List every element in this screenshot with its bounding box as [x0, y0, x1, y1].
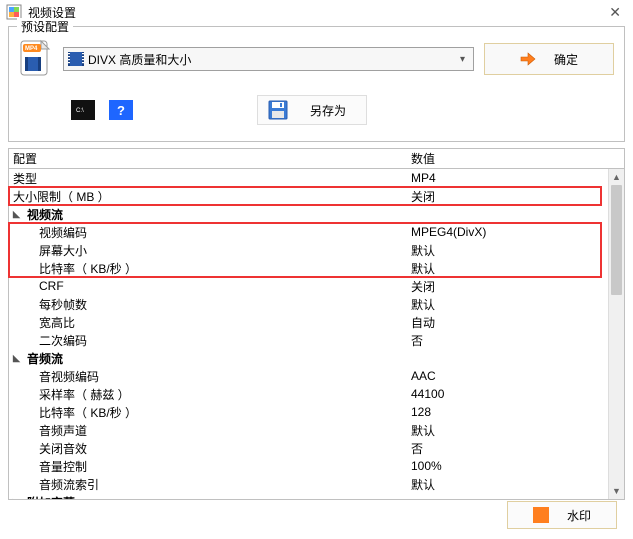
- row-label: 每秒帧数: [39, 296, 87, 313]
- row-value: 否: [407, 440, 608, 457]
- grid-item-row[interactable]: 每秒帧数 默认: [9, 295, 608, 313]
- row-value: 默认: [407, 242, 608, 259]
- col-value: 数值: [407, 150, 624, 167]
- row-value: 默认: [407, 260, 608, 277]
- svg-text:MP4: MP4: [25, 46, 38, 52]
- row-label: 关闭音效: [39, 440, 87, 457]
- row-value: 默认: [407, 476, 608, 493]
- grid-group-row[interactable]: ◣ 视频流: [9, 205, 608, 223]
- row-value: MP4: [407, 171, 608, 185]
- grid-item-row[interactable]: 关闭音效 否: [9, 439, 608, 457]
- grid-item-row[interactable]: 音频声道 默认: [9, 421, 608, 439]
- row-label: 比特率（ KB/秒 ）: [39, 404, 137, 421]
- cmd-button[interactable]: C:\: [71, 100, 95, 120]
- chevron-down-icon: ▾: [456, 54, 469, 65]
- titlebar: 视频设置 ✕: [0, 0, 633, 24]
- row-value: 默认: [407, 296, 608, 313]
- row-value: AAC: [407, 369, 608, 383]
- preset-select[interactable]: DIVX 高质量和大小 ▾: [63, 47, 474, 71]
- save-as-label: 另存为: [310, 102, 346, 119]
- row-label: 大小限制（ MB ）: [13, 188, 110, 205]
- grid-item-row[interactable]: 采样率（ 赫兹 ） 44100: [9, 385, 608, 403]
- film-icon: [68, 52, 84, 66]
- row-label: 类型: [13, 170, 37, 187]
- help-icon: ?: [117, 103, 125, 118]
- grid-item-row[interactable]: 类型 MP4: [9, 169, 608, 187]
- triangle-collapse-icon[interactable]: ◣: [13, 209, 23, 220]
- row-label: CRF: [39, 279, 64, 293]
- scroll-down-icon[interactable]: ▼: [609, 483, 624, 499]
- grid-item-row[interactable]: 屏幕大小 默认: [9, 241, 608, 259]
- mp4-file-icon: MP4: [19, 39, 53, 79]
- property-grid: 配置 数值 类型 MP4 大小限制（ MB ） 关闭 ◣ 视频流视频编码 MPEG4(Div…: [8, 148, 625, 500]
- row-value: 默认: [407, 422, 608, 439]
- row-value: 44100: [407, 387, 608, 401]
- grid-item-row[interactable]: 宽高比 自动: [9, 313, 608, 331]
- row-label: 附加字幕: [27, 494, 75, 500]
- row-label: 采样率（ 赫兹 ）: [39, 386, 130, 403]
- row-value: 关闭: [407, 188, 608, 205]
- col-config: 配置: [9, 150, 407, 167]
- preset-select-text: DIVX 高质量和大小: [88, 51, 456, 68]
- row-label: 音频声道: [39, 422, 87, 439]
- square-icon: [533, 507, 549, 523]
- row-value: 否: [407, 332, 608, 349]
- grid-item-row[interactable]: 二次编码 否: [9, 331, 608, 349]
- row-label: 视频流: [27, 206, 63, 223]
- row-value: 自动: [407, 314, 608, 331]
- close-icon[interactable]: ✕: [603, 4, 627, 21]
- watermark-label: 水印: [567, 507, 591, 524]
- row-value: 关闭: [407, 278, 608, 295]
- grid-item-row[interactable]: 音视频编码 AAC: [9, 367, 608, 385]
- grid-item-row[interactable]: CRF 关闭: [9, 277, 608, 295]
- row-label: 二次编码: [39, 332, 87, 349]
- scroll-thumb[interactable]: [611, 185, 622, 295]
- save-as-button[interactable]: 另存为: [257, 95, 367, 125]
- confirm-label: 确定: [554, 51, 578, 68]
- grid-item-row[interactable]: 视频编码 MPEG4(DivX): [9, 223, 608, 241]
- grid-item-row[interactable]: 音量控制 100%: [9, 457, 608, 475]
- preset-groupbox: 预设配置 MP4 DIVX 高质量和大小 ▾: [8, 26, 625, 142]
- preset-legend: 预设配置: [17, 18, 73, 35]
- floppy-icon: [268, 100, 288, 120]
- triangle-collapse-icon[interactable]: ◣: [13, 353, 23, 364]
- grid-group-row[interactable]: ◣ 附加字幕: [9, 493, 608, 499]
- cmd-icon: C:\: [74, 104, 92, 116]
- row-value: 128: [407, 405, 608, 419]
- scroll-up-icon[interactable]: ▲: [609, 169, 624, 185]
- row-value: MPEG4(DivX): [407, 225, 608, 239]
- grid-item-row[interactable]: 比特率（ KB/秒 ） 默认: [9, 259, 608, 277]
- watermark-button[interactable]: 水印: [507, 501, 617, 529]
- confirm-button[interactable]: 确定: [484, 43, 614, 75]
- help-button[interactable]: ?: [109, 100, 133, 120]
- row-label: 音频流索引: [39, 476, 99, 493]
- grid-group-row[interactable]: ◣ 音频流: [9, 349, 608, 367]
- row-value: 100%: [407, 459, 608, 473]
- triangle-collapse-icon[interactable]: ◣: [13, 497, 23, 500]
- row-label: 视频编码: [39, 224, 87, 241]
- grid-item-row[interactable]: 比特率（ KB/秒 ） 128: [9, 403, 608, 421]
- row-label: 屏幕大小: [39, 242, 87, 259]
- row-label: 音视频编码: [39, 368, 99, 385]
- row-label: 比特率（ KB/秒 ）: [39, 260, 137, 277]
- grid-item-row[interactable]: 音频流索引 默认: [9, 475, 608, 493]
- row-label: 音量控制: [39, 458, 87, 475]
- arrow-right-icon: [520, 51, 536, 67]
- grid-header: 配置 数值: [9, 149, 624, 169]
- grid-item-row[interactable]: 大小限制（ MB ） 关闭: [9, 187, 608, 205]
- row-label: 音频流: [27, 350, 63, 367]
- svg-text:C:\: C:\: [76, 108, 84, 114]
- scrollbar[interactable]: ▲ ▼: [608, 169, 624, 499]
- row-label: 宽高比: [39, 314, 75, 331]
